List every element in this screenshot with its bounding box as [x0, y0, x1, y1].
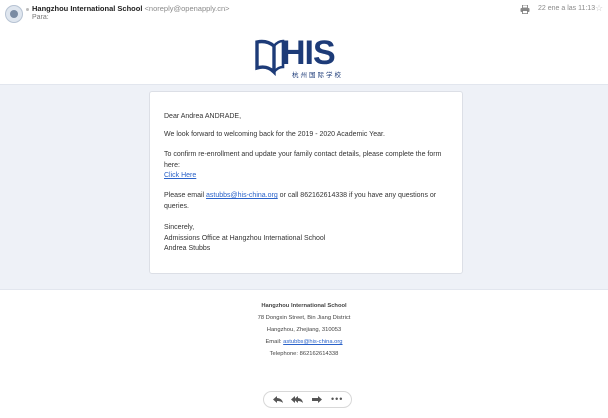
message-action-bar: ••• — [263, 391, 352, 408]
to-label: Para: — [32, 14, 49, 21]
star-icon[interactable]: ☆ — [595, 3, 603, 14]
click-here-link[interactable]: Click Here — [164, 172, 196, 179]
reply-all-icon[interactable] — [291, 394, 303, 405]
avatar-icon — [10, 10, 18, 18]
footer-street: 78 Dongxin Street, Bin Jiang District — [257, 315, 351, 321]
welcome-text: We look forward to welcoming back for th… — [164, 131, 385, 138]
closing: Sincerely, — [164, 224, 195, 231]
email-link[interactable]: astubbs@his-china.org — [206, 192, 278, 199]
logo-subtitle: 杭州国际学校 — [292, 71, 343, 79]
sender-line[interactable]: Hangzhou International School <noreply@o… — [32, 4, 230, 13]
click-here-line: Click Here — [164, 171, 452, 182]
greeting: Dear Andrea ANDRADE, — [164, 113, 242, 120]
school-footer: Hangzhou International School 78 Dongxin… — [0, 300, 608, 360]
footer-telephone: Telephone: 862162614338 — [269, 351, 339, 357]
signature-office: Admissions Office at Hangzhou Internatio… — [164, 235, 326, 242]
more-icon[interactable]: ••• — [331, 394, 343, 405]
message-header: Hangzhou International School <noreply@o… — [0, 0, 608, 28]
email-paragraph: Please email astubbs@his-china.org or ca… — [164, 191, 452, 212]
forward-icon[interactable] — [311, 394, 323, 405]
email-prefix: Please email — [164, 192, 207, 199]
message-card: Dear Andrea ANDRADE, We look forward to … — [149, 91, 463, 274]
footer-email-link[interactable]: astubbs@his-china.org — [283, 339, 342, 345]
footer-email-line: Email: astubbs@his-china.org — [0, 336, 608, 348]
instructions-text: To confirm re-enrollment and update your… — [164, 151, 442, 169]
sender-name[interactable]: Hangzhou International School — [32, 4, 142, 13]
footer-city: Hangzhou, Zhejiang, 310053 — [266, 327, 342, 333]
signature-name: Andrea Stubbs — [164, 245, 211, 252]
footer-school: Hangzhou International School — [261, 303, 347, 309]
footer-email-label: Email: — [265, 339, 284, 345]
sender-email[interactable]: <noreply@openapply.cn> — [145, 4, 230, 13]
print-icon[interactable] — [520, 5, 530, 14]
message-date: 22 ene a las 11:13 — [538, 5, 596, 12]
sender-avatar[interactable] — [5, 5, 23, 23]
logo-text: HIS — [281, 34, 336, 72]
unread-dot-icon — [26, 8, 29, 11]
school-logo: HIS 杭州国际学校 — [252, 34, 362, 80]
reply-icon[interactable] — [272, 394, 284, 405]
